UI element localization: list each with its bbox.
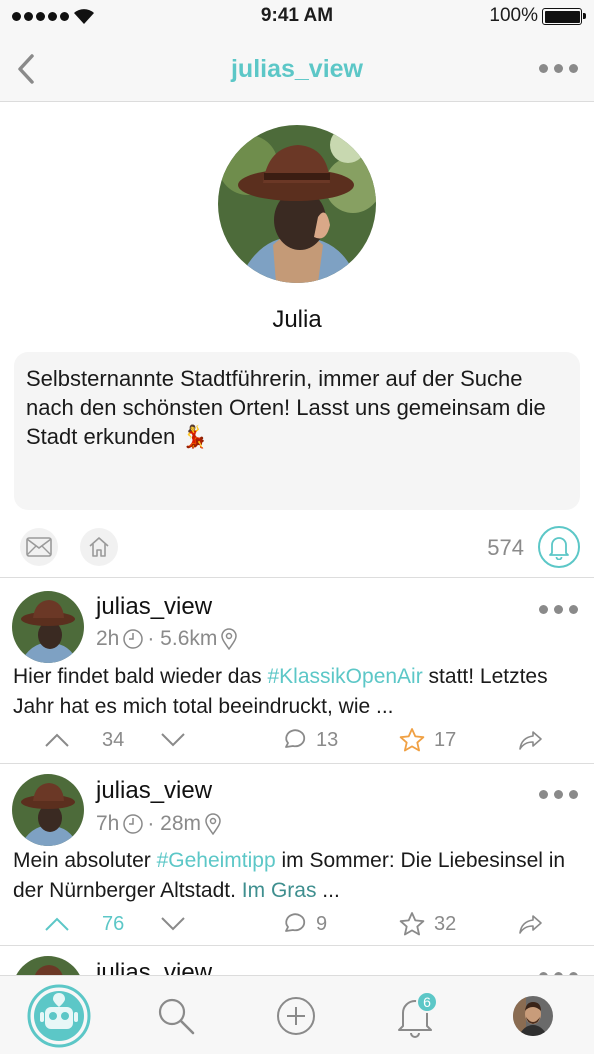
share-button[interactable] xyxy=(518,907,544,941)
battery-icon xyxy=(542,8,586,25)
notification-badge: 6 xyxy=(416,991,438,1013)
post-more-icon[interactable] xyxy=(539,790,578,799)
user-avatar xyxy=(513,995,553,1036)
comment-count: 13 xyxy=(316,728,339,751)
post-text-part: Hier findet bald wieder das xyxy=(13,665,268,688)
battery-percentage: 100% xyxy=(489,5,538,26)
star-icon xyxy=(399,728,425,752)
post-avatar[interactable] xyxy=(12,774,84,846)
location-pin-icon xyxy=(221,628,238,650)
plus-circle-icon xyxy=(277,996,315,1035)
post-card[interactable]: julias_view 2h · 5.6km Hier findet bald … xyxy=(0,579,594,764)
chevron-up-icon xyxy=(45,733,69,747)
share-button[interactable] xyxy=(518,723,544,757)
page-title: julias_view xyxy=(230,55,364,83)
star-icon xyxy=(399,912,425,936)
hashtag-link[interactable]: #Geheimtipp xyxy=(157,849,276,872)
comment-button[interactable]: 13 xyxy=(282,723,338,757)
robot-pin-icon xyxy=(27,984,91,1047)
tab-profile[interactable] xyxy=(511,976,555,1054)
bell-icon xyxy=(549,537,569,560)
location-pin-icon xyxy=(205,813,221,835)
tab-feed[interactable] xyxy=(26,976,92,1054)
post-distance: · 28m xyxy=(147,812,202,835)
star-count: 32 xyxy=(434,912,457,935)
home-button[interactable] xyxy=(80,528,118,566)
message-button[interactable] xyxy=(20,528,58,566)
tab-notifications[interactable]: 6 xyxy=(388,976,442,1054)
post-username[interactable]: julias_view xyxy=(96,777,212,805)
vote-count: 34 xyxy=(102,728,125,751)
post-more-icon[interactable] xyxy=(539,605,578,614)
post-text[interactable]: Hier findet bald wieder das #KlassikOpen… xyxy=(13,662,574,722)
post-time: 7h xyxy=(96,812,120,835)
subscribe-button[interactable] xyxy=(538,526,580,568)
status-bar: 9:41 AM 100% xyxy=(0,0,594,32)
post-username[interactable]: julias_view xyxy=(96,593,212,621)
post-action-bar: 34 13 17 xyxy=(0,723,594,757)
chevron-down-icon xyxy=(161,733,185,747)
navigation-bar: julias_view xyxy=(0,32,594,102)
profile-name: Julia xyxy=(272,306,322,333)
tab-create-post[interactable] xyxy=(270,976,322,1054)
tab-search[interactable] xyxy=(150,976,202,1054)
search-icon xyxy=(158,998,195,1034)
comment-bubble-icon xyxy=(285,913,306,932)
star-button[interactable]: 17 xyxy=(398,723,456,757)
tab-bar: 6 xyxy=(0,975,594,1054)
upvote-button[interactable] xyxy=(44,723,70,757)
profile-actions: 574 xyxy=(0,520,594,578)
post-meta: 2h · 5.6km xyxy=(96,627,238,651)
downvote-button[interactable] xyxy=(160,723,186,757)
follower-count: 574 xyxy=(487,535,524,560)
bio-box: Selbsternannte Stadtführerin, immer auf … xyxy=(14,352,580,510)
comment-bubble-icon xyxy=(285,729,306,748)
more-options-icon[interactable] xyxy=(539,64,578,73)
clock-icon xyxy=(123,629,144,649)
post-meta: 7h · 28m xyxy=(96,812,222,836)
clock-icon xyxy=(123,814,144,834)
chevron-up-icon xyxy=(45,917,69,931)
chevron-down-icon xyxy=(161,917,185,931)
post-time: 2h xyxy=(96,627,120,650)
post-card[interactable]: julias_view 7h · 28m Mein absoluter #Geh… xyxy=(0,764,594,946)
post-text[interactable]: Mein absoluter #Geheimtipp im Sommer: Di… xyxy=(13,846,574,906)
share-arrow-icon xyxy=(519,731,542,750)
share-arrow-icon xyxy=(519,915,542,934)
vote-count: 76 xyxy=(102,912,125,935)
star-button[interactable]: 32 xyxy=(398,907,456,941)
post-text-link[interactable]: Im Gras xyxy=(242,879,317,902)
post-text-part: Mein absoluter xyxy=(13,849,157,872)
post-action-bar: 76 9 32 xyxy=(0,907,594,941)
comment-button[interactable]: 9 xyxy=(282,907,327,941)
comment-count: 9 xyxy=(316,912,328,935)
post-text-part: ... xyxy=(316,879,340,902)
home-icon xyxy=(89,537,109,557)
post-avatar[interactable] xyxy=(12,591,84,663)
upvote-button[interactable] xyxy=(44,907,70,941)
bio-text: Selbsternannte Stadtführerin, immer auf … xyxy=(26,366,546,449)
hashtag-link[interactable]: #KlassikOpenAir xyxy=(267,665,422,688)
star-count: 17 xyxy=(434,728,457,751)
downvote-button[interactable] xyxy=(160,907,186,941)
profile-avatar xyxy=(218,125,376,283)
post-distance: · 5.6km xyxy=(147,627,218,650)
envelope-icon xyxy=(26,537,52,557)
